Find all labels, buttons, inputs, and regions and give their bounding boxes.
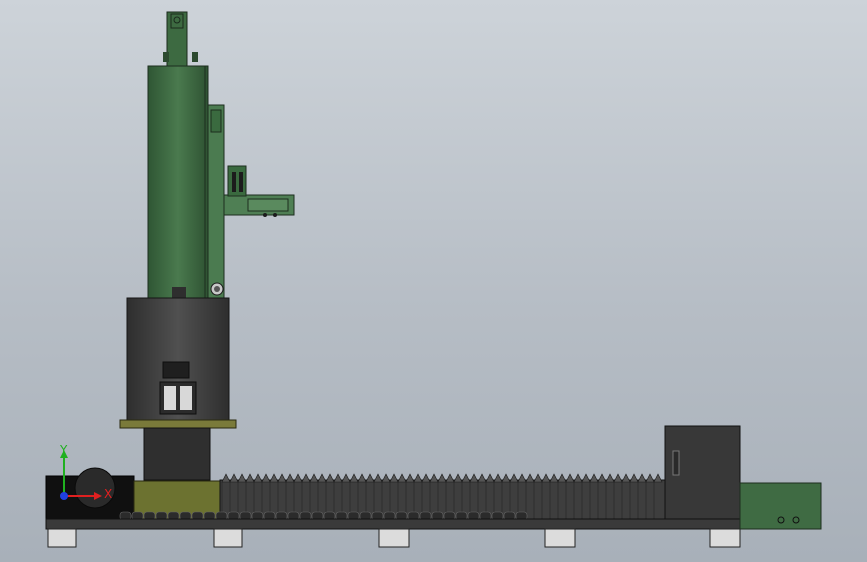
bellows-fold <box>253 473 263 483</box>
bellows-fold <box>341 473 351 483</box>
bellows-fold <box>493 473 503 483</box>
bellows-fold <box>245 473 255 483</box>
vertical-column[interactable] <box>147 11 209 299</box>
bellows-fold <box>525 473 535 483</box>
bellows-fold <box>333 473 343 483</box>
bellows-fold <box>349 473 359 483</box>
bellows-fold <box>317 473 327 483</box>
bellows-fold <box>413 473 423 483</box>
bellows-fold <box>373 473 383 483</box>
bellows-fold <box>445 473 455 483</box>
base-housing[interactable] <box>119 287 237 429</box>
bellows-fold <box>597 473 607 483</box>
bellows-fold <box>589 473 599 483</box>
pedestal <box>143 427 211 481</box>
bellows-fold <box>469 473 479 483</box>
left-end-block[interactable] <box>45 467 135 521</box>
bellows-fold <box>645 473 655 483</box>
bellows-fold <box>221 473 231 483</box>
bellows-fold <box>293 473 303 483</box>
bellows-fold <box>389 473 399 483</box>
bellows-fold <box>533 473 543 483</box>
bellows-fold <box>229 473 239 483</box>
bellows-fold <box>653 473 663 483</box>
x-axis-label: X <box>104 487 112 501</box>
bellows-fold <box>565 473 575 483</box>
bellows-fold <box>541 473 551 483</box>
bellows-fold <box>437 473 447 483</box>
bellows-fold <box>381 473 391 483</box>
rail-bed <box>45 518 742 530</box>
y-axis-label: Y <box>59 443 68 457</box>
bellows-fold <box>421 473 431 483</box>
bellows-fold <box>573 473 583 483</box>
bellows-fold <box>477 473 487 483</box>
bellows-fold <box>237 473 247 483</box>
bellows-fold <box>261 473 271 483</box>
bellows-fold <box>501 473 511 483</box>
bellows-fold <box>613 473 623 483</box>
bellows-fold <box>285 473 295 483</box>
bellows-fold <box>277 473 287 483</box>
side-guide-rail[interactable] <box>207 104 225 299</box>
cad-viewport[interactable]: Y X <box>0 0 867 562</box>
bellows-fold <box>637 473 647 483</box>
bellows-fold <box>453 473 463 483</box>
bellows-fold <box>557 473 567 483</box>
bellows-fold <box>397 473 407 483</box>
bellows-fold <box>309 473 319 483</box>
bellows-fold <box>357 473 367 483</box>
bellows-fold <box>269 473 279 483</box>
bellows-fold <box>301 473 311 483</box>
motor-box[interactable] <box>739 482 822 530</box>
bellows-fold <box>581 473 591 483</box>
bellows-fold <box>485 473 495 483</box>
bellows-fold <box>461 473 471 483</box>
electrical-cabinet[interactable] <box>664 425 741 520</box>
bellows-fold <box>629 473 639 483</box>
bellows-fold <box>549 473 559 483</box>
bellows-fold <box>429 473 439 483</box>
bellows-fold <box>605 473 615 483</box>
bellows-fold <box>325 473 335 483</box>
bellows-fold <box>405 473 415 483</box>
bellows-fold <box>365 473 375 483</box>
bellows-fold <box>517 473 527 483</box>
cad-model-view: Y X <box>45 11 822 548</box>
z-axis-dot <box>60 492 68 500</box>
bellows-fold <box>509 473 519 483</box>
horizontal-arm[interactable] <box>223 165 295 217</box>
bellows-fold <box>621 473 631 483</box>
support-feet <box>47 528 741 548</box>
